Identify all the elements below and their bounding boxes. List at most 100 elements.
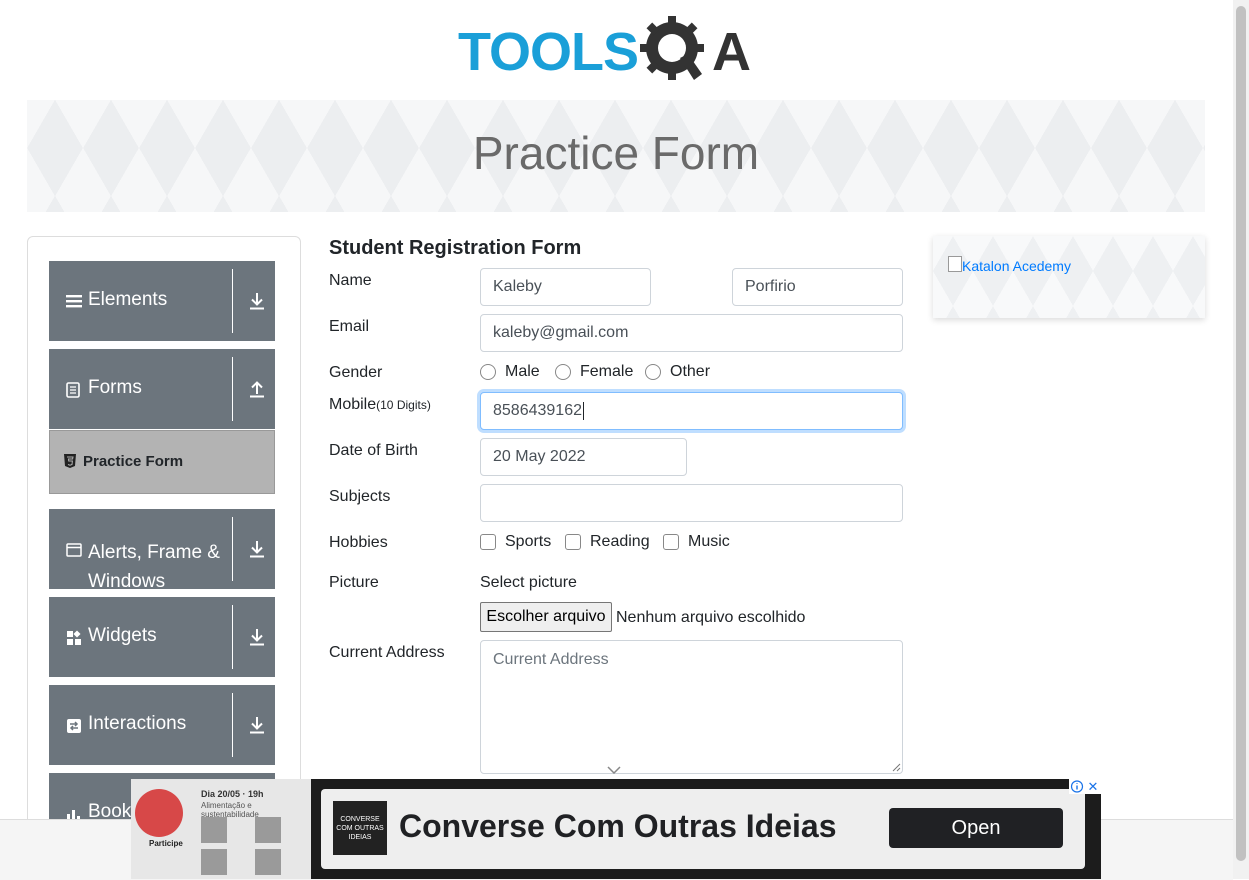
download-arrow-icon[interactable] [247,291,267,311]
checkbox[interactable] [480,534,496,550]
mobile-label: Mobile(10 Digits) [329,396,431,414]
sidebar-group-label: Elements [88,289,168,310]
promo-cta: Participe [149,839,183,848]
sidebar-group-forms[interactable]: Forms [49,349,275,429]
subjects-label: Subjects [329,488,391,505]
html5-icon [64,454,76,468]
ad-open-button[interactable]: Open [889,808,1063,848]
divider [232,517,233,581]
name-label: Name [329,272,372,289]
toolsqa-logo[interactable]: TOOLS A [458,14,751,90]
logo-text-a: A [712,22,751,82]
subjects-input[interactable] [480,484,903,522]
sidebar-group-label: Widgets [88,625,157,646]
speaker-photo [201,849,227,875]
form-title: Student Registration Form [329,237,582,259]
sidebar: Elements Forms Practice Form Alerts, Fra… [27,236,301,838]
swap-icon [67,719,81,733]
option-label: Music [688,533,730,550]
page-scrollbar[interactable] [1233,0,1249,879]
widgets-icon [67,630,81,645]
divider [232,269,233,333]
current-address-textarea[interactable]: Current Address [480,640,903,774]
option-label: Sports [505,533,552,550]
email-input[interactable]: kaleby@gmail.com [480,314,903,352]
address-label: Current Address [329,644,445,661]
hobby-reading-option[interactable]: Reading [565,533,650,551]
ad-headline[interactable]: Converse Com Outras Ideias [399,808,836,845]
speaker-photo [255,817,281,843]
ad-promo-image: Dia 20/05 · 19h Alimentação e sustentabi… [131,779,311,879]
download-arrow-icon[interactable] [247,715,267,735]
document-icon [66,382,80,398]
hobby-music-option[interactable]: Music [663,533,730,551]
sidebar-group-label: Forms [88,377,142,398]
hobby-sports-option[interactable]: Sports [480,533,551,551]
sidebar-group-label: Interactions [88,713,187,734]
hobbies-label: Hobbies [329,534,388,551]
sidebar-group-widgets[interactable]: Widgets [49,597,275,677]
promo-date: Dia 20/05 · 19h [201,789,264,799]
logo-text-tools: TOOLS [458,22,639,82]
option-label: Male [505,363,540,380]
scrollbar-thumb[interactable] [1236,6,1246,861]
sidebar-group-alerts-frame-windows[interactable]: Alerts, Frame & Windows [49,509,275,592]
mobile-label-text: Mobile [329,396,377,413]
page-title: Practice Form [472,127,760,179]
last-name-input[interactable]: Porfirio [732,268,903,306]
download-arrow-icon[interactable] [247,627,267,647]
file-status: Nenhum arquivo escolhido [616,609,806,626]
radio-button[interactable] [645,364,661,380]
side-ad[interactable]: Katalon Acedemy [933,236,1205,318]
first-name-input[interactable]: Kaleby [480,268,651,306]
list-icon [66,295,82,308]
divider [232,357,233,421]
gender-male-option[interactable]: Male [480,363,540,381]
bottom-ad-banner[interactable]: Dia 20/05 · 19h Alimentação e sustentabi… [131,779,1101,879]
ad-brand-logo: CONVERSE COM OUTRAS IDEIAS [333,801,387,855]
radio-button[interactable] [480,364,496,380]
speaker-photo [255,849,281,875]
download-arrow-icon[interactable] [247,539,267,559]
mobile-input[interactable]: 8586439162 [480,392,903,430]
radio-button[interactable] [555,364,571,380]
checkbox[interactable] [565,534,581,550]
email-label: Email [329,318,370,335]
picture-label: Picture [329,574,379,591]
ad-alt-text[interactable]: Katalon Acedemy [962,258,1071,274]
checkbox[interactable] [663,534,679,550]
text-caret [582,401,584,420]
option-label: Female [580,363,634,380]
option-label: Reading [590,533,650,550]
page-banner: Practice Form [27,100,1205,212]
date-of-birth-input[interactable]: 20 May 2022 [480,438,687,476]
dob-label: Date of Birth [329,442,418,459]
resize-handle-icon[interactable] [891,762,901,772]
gender-other-option[interactable]: Other [645,363,710,381]
choose-file-button[interactable]: Escolher arquivo [480,602,612,632]
ad-close-icon[interactable]: ✕ [1085,779,1101,794]
chevron-down-icon[interactable] [607,766,621,774]
mobile-value: 8586439162 [493,402,582,419]
gender-female-option[interactable]: Female [555,363,633,381]
select-picture-caption: Select picture [480,574,577,591]
promo-circle [135,789,183,837]
sidebar-group-label: Alerts, Frame & Windows [88,542,220,592]
window-icon [66,543,82,557]
address-placeholder: Current Address [493,651,609,668]
divider [232,693,233,757]
gear-magnifier-icon [640,16,705,80]
divider [232,605,233,669]
broken-image-icon [948,256,962,272]
gender-label: Gender [329,364,383,381]
sidebar-item-label: Practice Form [83,453,184,470]
upload-arrow-icon[interactable] [247,379,267,399]
sidebar-group-interactions[interactable]: Interactions [49,685,275,765]
speaker-photo [201,817,227,843]
mobile-hint: (10 Digits) [376,398,431,412]
sidebar-item-practice-form[interactable]: Practice Form [49,430,275,494]
option-label: Other [670,363,711,380]
ad-info-icon[interactable] [1069,779,1085,794]
sidebar-group-elements[interactable]: Elements [49,261,275,341]
ad-panel[interactable]: CONVERSE COM OUTRAS IDEIAS Converse Com … [321,789,1085,869]
